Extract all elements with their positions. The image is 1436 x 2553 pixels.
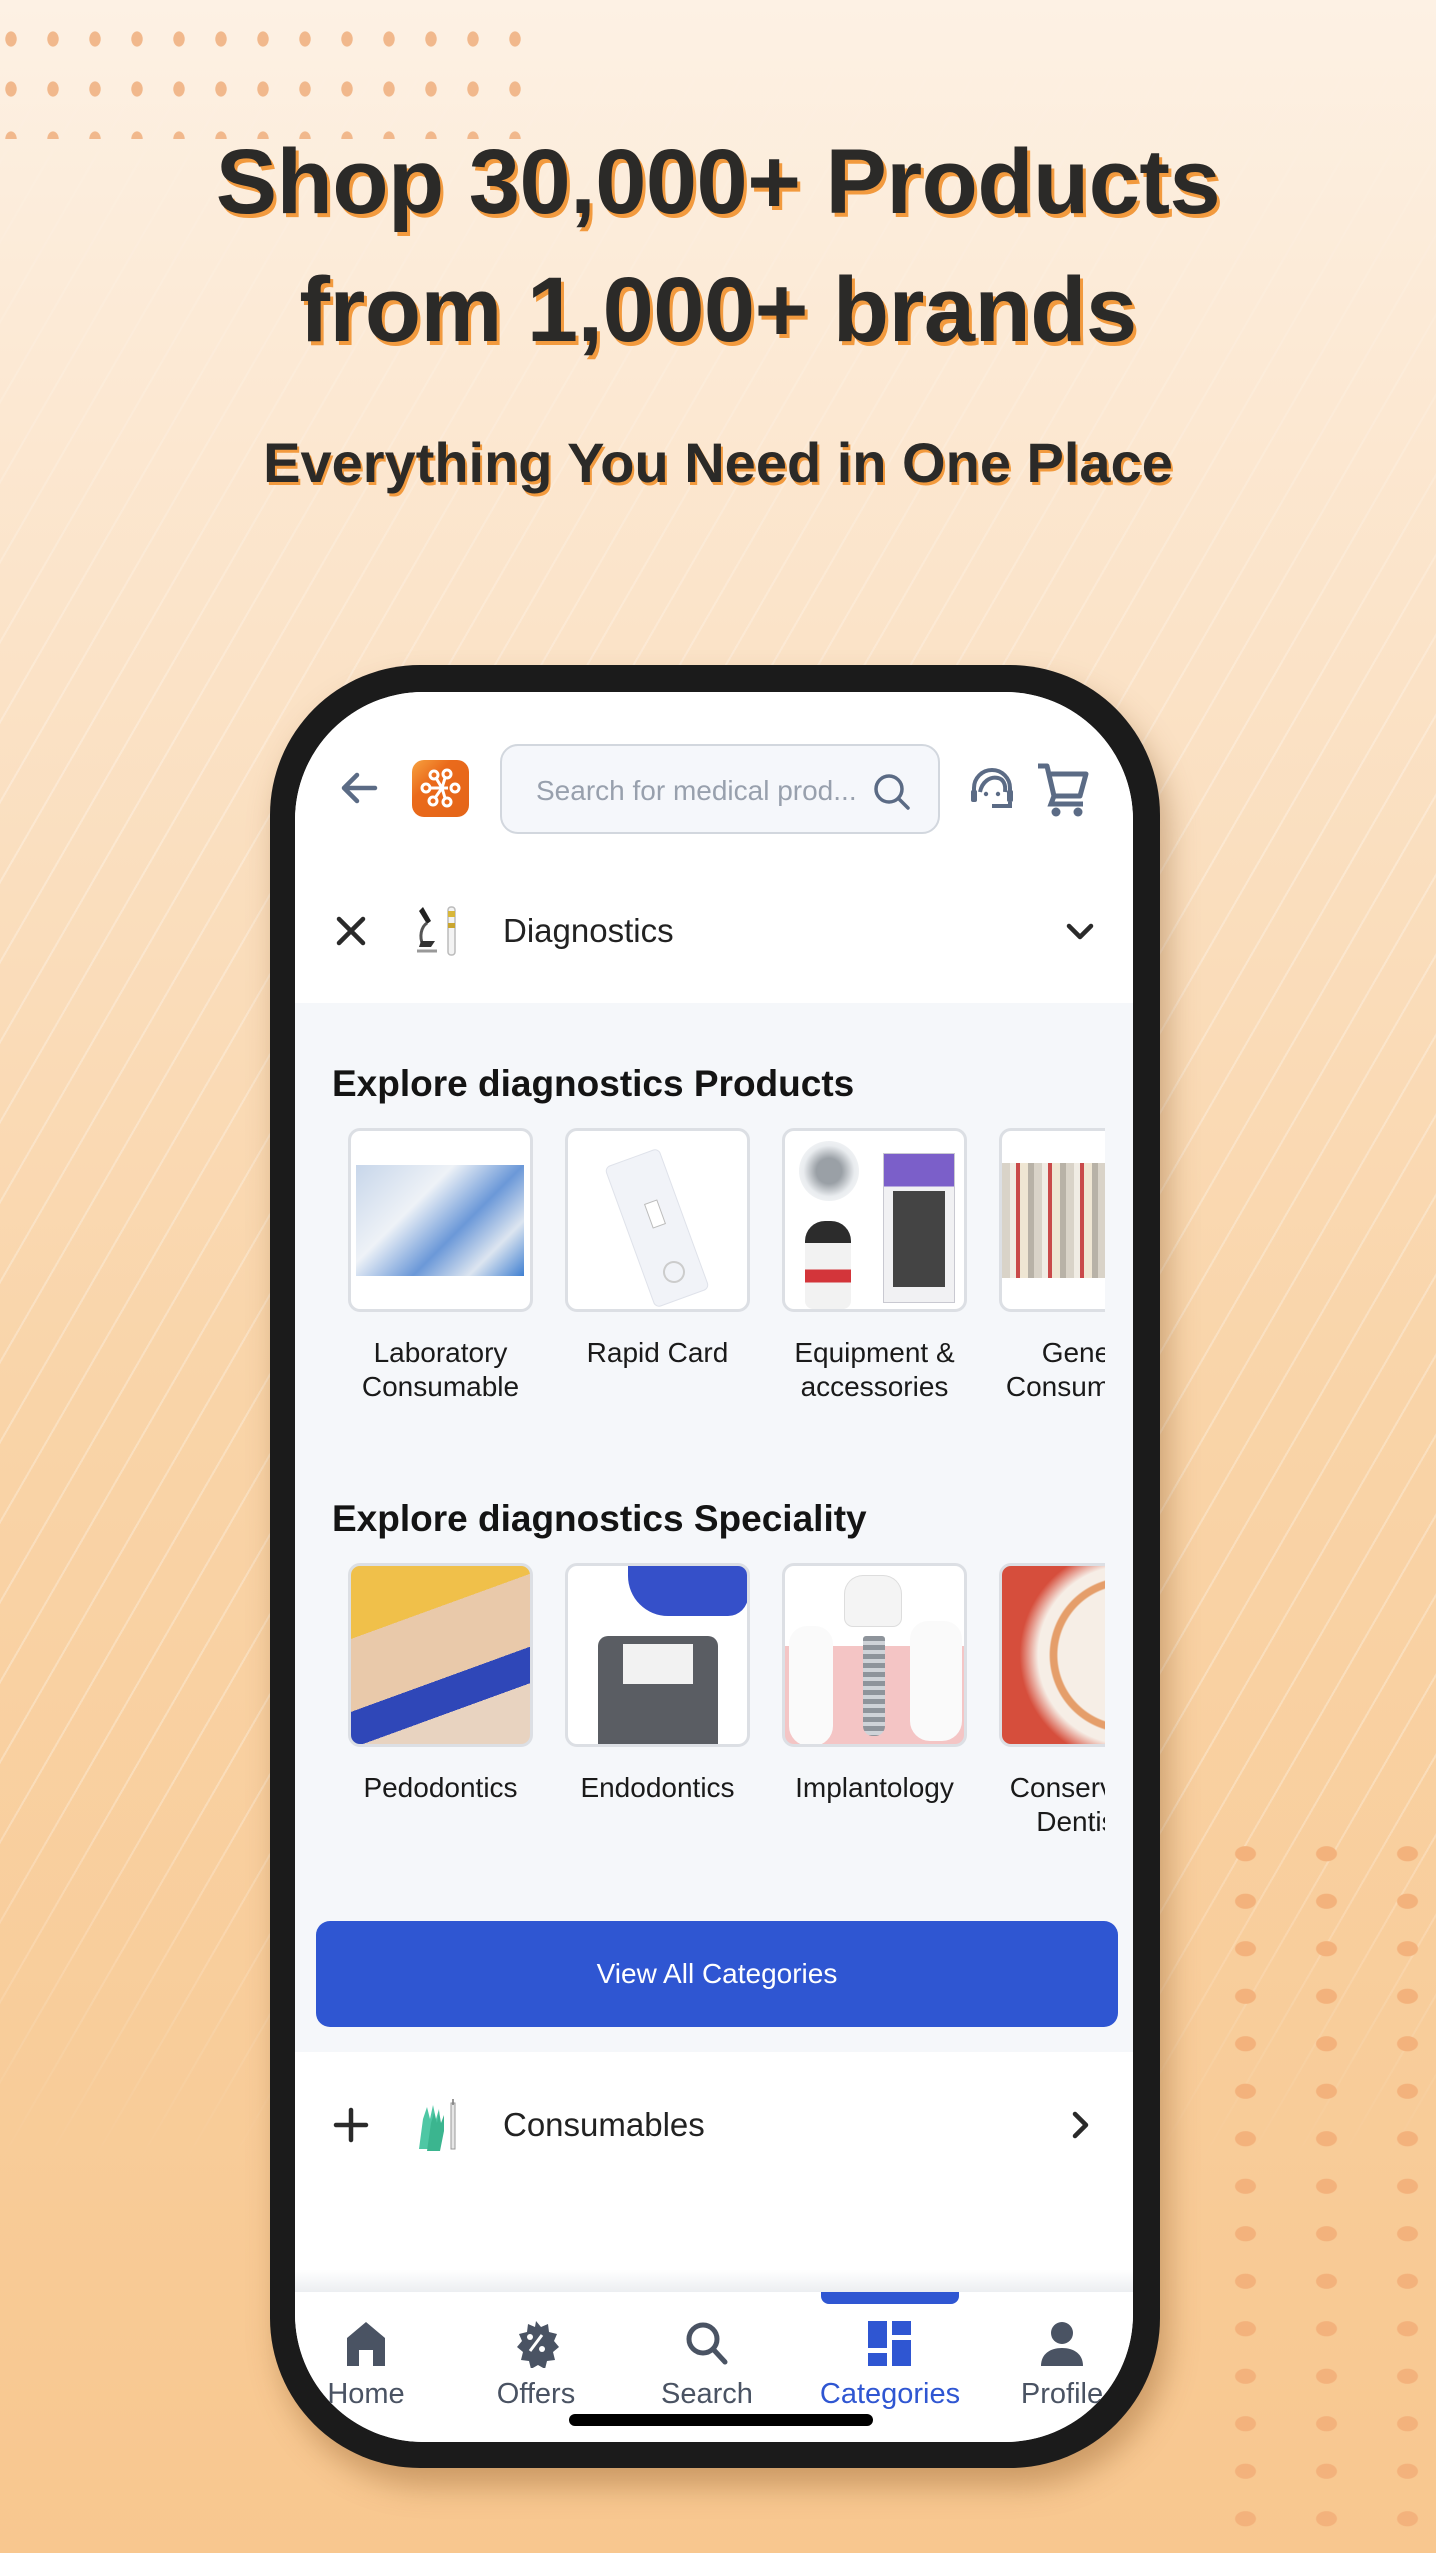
home-indicator-bar: [569, 2414, 873, 2426]
product-image-lab-consumable: [348, 1128, 533, 1312]
nav-label: Offers: [496, 2378, 576, 2410]
close-icon[interactable]: [333, 913, 369, 949]
speciality-tile[interactable]: Implantology: [782, 1563, 967, 1805]
speciality-label: Conservative Dentistry: [1009, 1772, 1105, 1837]
gloves-syringe-icon: [419, 2098, 456, 2151]
plus-icon[interactable]: [333, 2107, 369, 2143]
product-label: General Consumables: [1005, 1337, 1105, 1402]
speciality-label: Endodontics: [580, 1772, 735, 1803]
product-image-general-consumables: [999, 1128, 1105, 1312]
category-row-diagnostics[interactable]: Diagnostics: [295, 860, 1133, 1002]
product-tile[interactable]: Laboratory Consumable: [348, 1128, 533, 1404]
product-label: Equipment & accessories: [794, 1337, 955, 1402]
chevron-down-icon[interactable]: [1063, 914, 1097, 948]
product-tile[interactable]: Equipment & accessories: [782, 1128, 967, 1404]
nav-item-home[interactable]: Home: [295, 2318, 441, 2411]
phone-frame: Search for medical prod... Diagnostics E…: [270, 665, 1160, 2468]
nav-item-offers[interactable]: Offers: [461, 2318, 611, 2411]
promo-subheadline: Everything You Need in One Place: [263, 431, 1173, 494]
back-button[interactable]: [335, 764, 383, 812]
product-label: Rapid Card: [586, 1337, 729, 1368]
arrow-left-icon: [341, 772, 378, 804]
search-placeholder: Search for medical prod...: [536, 775, 857, 806]
decorative-dots-bottom-right: [1205, 1830, 1436, 2530]
nav-item-profile[interactable]: Profile: [987, 2318, 1133, 2411]
speciality-label: Pedodontics: [363, 1772, 518, 1803]
speciality-tile[interactable]: Endodontics: [565, 1563, 750, 1805]
speciality-tile[interactable]: Pedodontics: [348, 1563, 533, 1805]
chevron-right-icon[interactable]: [1063, 2108, 1097, 2142]
shopping-cart-icon[interactable]: [1035, 760, 1091, 818]
user-icon: [1041, 2322, 1083, 2366]
category-label: Diagnostics: [503, 912, 674, 949]
headline-line-1: Shop 30,000+ Products: [215, 131, 1221, 233]
products-carousel[interactable]: Laboratory Consumable Rapid Card Equipme…: [295, 1128, 1105, 1448]
nav-item-categories[interactable]: Categories: [815, 2318, 965, 2411]
app-header: Search for medical prod...: [295, 692, 1133, 874]
nav-label: Profile: [1020, 2378, 1104, 2410]
search-input[interactable]: Search for medical prod...: [500, 744, 940, 834]
nav-label: Home: [327, 2378, 405, 2410]
customer-support-icon[interactable]: [965, 762, 1019, 816]
nav-item-search[interactable]: Search: [632, 2318, 782, 2411]
microscope-test-tube-icon: [417, 906, 456, 956]
category-row-consumables[interactable]: Consumables: [295, 2052, 1133, 2197]
speciality-section-title: Explore diagnostics Speciality: [332, 1498, 867, 1539]
active-tab-indicator: [821, 2292, 959, 2304]
search-icon: [686, 2322, 728, 2365]
nav-label: Categories: [819, 2378, 961, 2410]
headline-line-2: from 1,000+ brands: [299, 259, 1137, 361]
product-tile[interactable]: General Consumables: [999, 1128, 1105, 1404]
speciality-image-conservative-dentistry: [999, 1563, 1105, 1747]
speciality-label: Implantology: [795, 1772, 954, 1803]
offer-badge-icon: [517, 2321, 559, 2368]
product-tile[interactable]: Rapid Card: [565, 1128, 750, 1370]
grid-icon: [868, 2321, 911, 2366]
speciality-tile[interactable]: Conservative Dentistry: [999, 1563, 1105, 1839]
view-all-categories-button[interactable]: View All Categories: [316, 1921, 1118, 2027]
speciality-image-endodontics: [565, 1563, 750, 1747]
products-section-title: Explore diagnostics Products: [332, 1063, 855, 1104]
bottom-navigation: Home Offers Search Categories Profile: [295, 2270, 1133, 2442]
app-logo[interactable]: [412, 760, 469, 817]
product-image-equipment: [782, 1128, 967, 1312]
speciality-image-pedodontics: [348, 1563, 533, 1747]
product-image-rapid-card: [565, 1128, 750, 1312]
promo-headline: Shop 30,000+ Products from 1,000+ brands: [0, 118, 1436, 374]
diagnostics-explore-section: Explore diagnostics Products Laboratory …: [295, 1003, 1133, 2052]
speciality-image-implantology: [782, 1563, 967, 1747]
home-icon: [347, 2322, 385, 2366]
speciality-carousel[interactable]: Pedodontics Endodontics Implantology Con…: [295, 1563, 1105, 1883]
category-label: Consumables: [503, 2105, 705, 2143]
nav-label: Search: [661, 2378, 753, 2410]
network-logo-icon: [420, 768, 461, 808]
product-label: Laboratory Consumable: [361, 1337, 520, 1402]
app-screen: Search for medical prod... Diagnostics E…: [295, 692, 1133, 2442]
search-icon[interactable]: [870, 770, 914, 814]
